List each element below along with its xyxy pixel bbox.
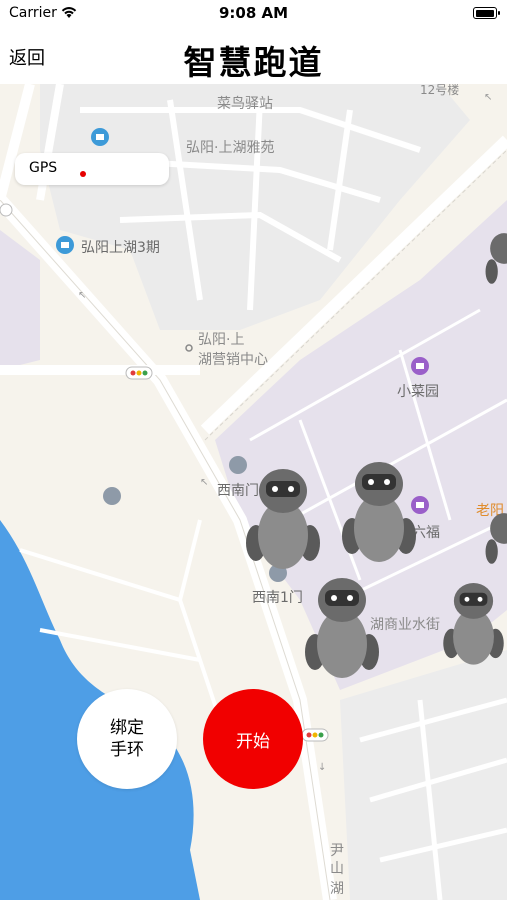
start-button[interactable]: 开始 — [203, 689, 303, 789]
map-label: 弘阳·上湖雅苑 — [186, 140, 275, 156]
map-label: 弘阳·上 — [198, 332, 245, 348]
battery-icon — [473, 7, 500, 19]
status-bar: Carrier 9:08 AM — [0, 0, 507, 28]
map-label: 菜鸟驿站 — [217, 96, 273, 112]
map-label: 12号楼 — [420, 84, 460, 97]
robot-marker-icon[interactable] — [484, 220, 507, 300]
map-label: 弘阳上湖3期 — [81, 240, 160, 256]
page-title: 智慧跑道 — [183, 43, 324, 82]
gps-indicator-dot — [80, 171, 86, 177]
clock: 9:08 AM — [218, 4, 289, 22]
map-label: 湖 — [330, 881, 344, 897]
map-label: 小菜园 — [397, 384, 439, 400]
robot-marker-icon[interactable] — [440, 568, 507, 678]
svg-text:↓: ↓ — [318, 762, 326, 773]
robot-marker-icon[interactable] — [484, 500, 507, 580]
robot-marker-icon[interactable] — [301, 572, 383, 682]
bind-label-line1: 绑定 — [110, 718, 144, 738]
bind-wristband-button[interactable]: 绑定 手环 — [77, 689, 177, 789]
svg-text:↖: ↖ — [78, 290, 86, 301]
map-label: 山 — [330, 861, 344, 877]
start-label: 开始 — [236, 731, 270, 752]
map-label: 尹 — [330, 843, 344, 859]
map-label: 湖营销中心 — [198, 352, 268, 368]
gps-label: GPS — [29, 160, 58, 176]
robot-marker-icon[interactable] — [338, 456, 420, 566]
map-label: 西南1门 — [252, 590, 303, 606]
bind-label-line2: 手环 — [110, 740, 144, 760]
gps-status: GPS — [15, 153, 169, 185]
svg-text:↖: ↖ — [484, 92, 492, 103]
nav-bar: 返回 智慧跑道 — [0, 28, 507, 84]
svg-text:↖: ↖ — [200, 477, 208, 488]
robot-marker-icon[interactable] — [242, 463, 324, 573]
